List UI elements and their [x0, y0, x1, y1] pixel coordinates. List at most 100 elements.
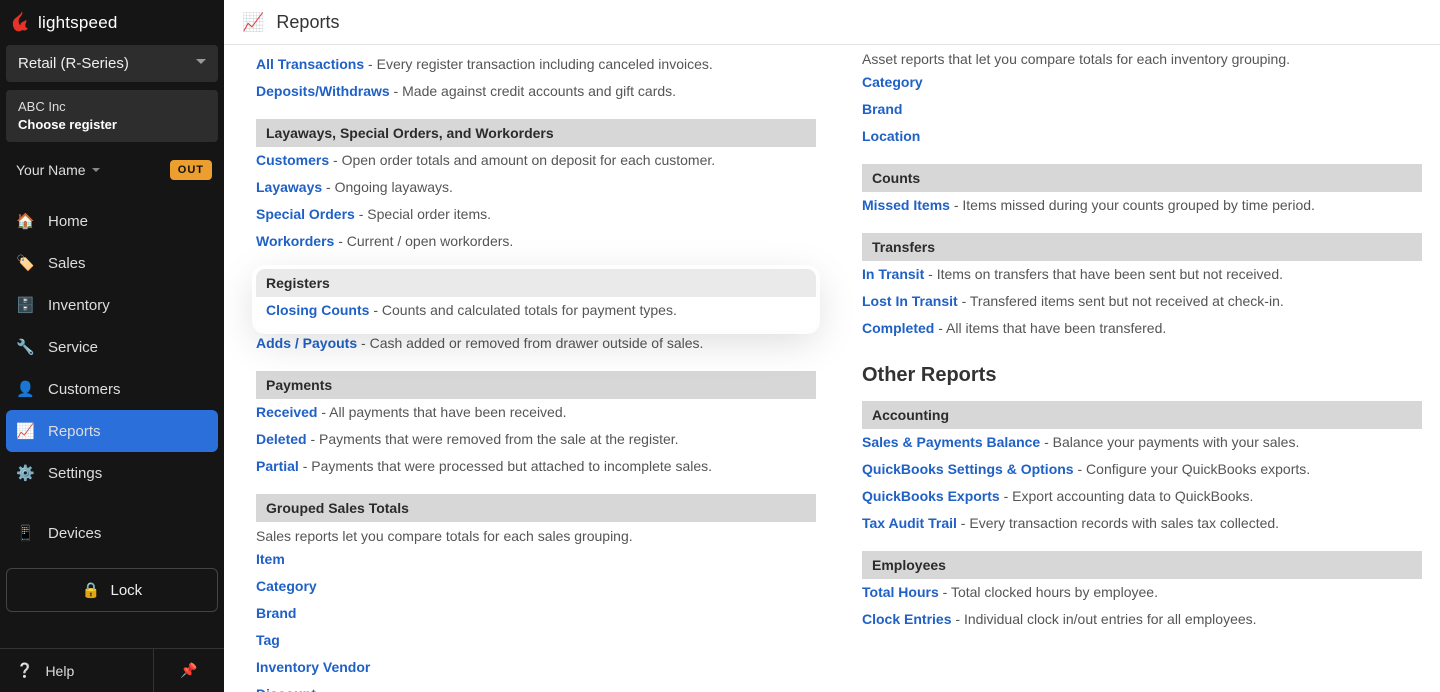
nav-settings[interactable]: ⚙️ Settings — [0, 452, 224, 494]
report-line: Deposits/Withdraws - Made against credit… — [256, 78, 816, 105]
nav-label: Sales — [48, 255, 86, 272]
report-group: In Transit - Items on transfers that hav… — [862, 261, 1422, 342]
brand-name: lightspeed — [38, 13, 118, 33]
report-link-workorders[interactable]: Workorders — [256, 233, 334, 249]
report-link-discount[interactable]: Discount — [256, 686, 316, 692]
lock-button[interactable]: 🔒 Lock — [6, 568, 218, 612]
section-lead: Sales reports let you compare totals for… — [256, 522, 816, 546]
section-head-transfers: Transfers — [862, 233, 1422, 261]
chart-icon: 📈 — [16, 422, 34, 440]
clock-status-badge[interactable]: OUT — [170, 160, 212, 180]
section-head-payments: Payments — [256, 371, 816, 399]
report-link-clock-entries[interactable]: Clock Entries — [862, 611, 951, 627]
report-line: Category — [256, 573, 816, 600]
report-line: In Transit - Items on transfers that hav… — [862, 261, 1422, 288]
report-link-closing-counts[interactable]: Closing Counts — [266, 302, 369, 318]
user-menu[interactable]: Your Name — [16, 162, 100, 178]
report-link-total-hours[interactable]: Total Hours — [862, 584, 939, 600]
report-link-adds-payouts[interactable]: Adds / Payouts — [256, 335, 357, 351]
report-line: Sales & Payments Balance - Balance your … — [862, 429, 1422, 456]
report-desc: All items that have been transfered. — [946, 320, 1166, 336]
report-link-quickbooks-settings-options[interactable]: QuickBooks Settings & Options — [862, 461, 1074, 477]
report-link-completed[interactable]: Completed — [862, 320, 934, 336]
report-link-partial[interactable]: Partial — [256, 458, 299, 474]
report-desc: Cash added or removed from drawer outsid… — [370, 335, 704, 351]
report-link-location[interactable]: Location — [862, 128, 920, 144]
report-link-brand[interactable]: Brand — [256, 605, 296, 621]
right-column: Asset reports that let you compare total… — [862, 51, 1422, 633]
report-line: Tax Audit Trail - Every transaction reco… — [862, 510, 1422, 537]
nav-customers[interactable]: 👤 Customers — [0, 368, 224, 410]
report-group: Adds / Payouts - Cash added or removed f… — [256, 330, 816, 357]
section-head-accounting: Accounting — [862, 401, 1422, 429]
report-link-sales-payments-balance[interactable]: Sales & Payments Balance — [862, 434, 1040, 450]
shop-selector[interactable]: ABC Inc Choose register — [6, 90, 218, 142]
sidebar: lightspeed Retail (R-Series) ABC Inc Cho… — [0, 0, 224, 692]
nav-label: Settings — [48, 465, 102, 482]
main: 📈 Reports All Transactions - Every regis… — [224, 0, 1440, 692]
report-desc: Counts and calculated totals for payment… — [382, 302, 677, 318]
report-line: Layaways - Ongoing layaways. — [256, 174, 816, 201]
report-line: QuickBooks Settings & Options - Configur… — [862, 456, 1422, 483]
report-line: Special Orders - Special order items. — [256, 201, 816, 228]
wrench-icon: 🔧 — [16, 338, 34, 356]
report-link-inventory-vendor[interactable]: Inventory Vendor — [256, 659, 370, 675]
report-desc: Payments that were processed but attache… — [311, 458, 712, 474]
chart-icon: 📈 — [242, 12, 264, 33]
pin-button[interactable]: 📌 — [154, 649, 224, 692]
report-link-received[interactable]: Received — [256, 404, 317, 420]
report-link-category[interactable]: Category — [862, 74, 923, 90]
section-head-layaways: Layaways, Special Orders, and Workorders — [256, 119, 816, 147]
report-line: Tag — [256, 627, 816, 654]
report-link-customers[interactable]: Customers — [256, 152, 329, 168]
nav-sales[interactable]: 🏷️ Sales — [0, 242, 224, 284]
nav-label: Devices — [48, 525, 101, 542]
report-link-tag[interactable]: Tag — [256, 632, 280, 648]
nav-reports[interactable]: 📈 Reports — [6, 410, 218, 452]
report-link-deposits-withdraws[interactable]: Deposits/Withdraws — [256, 83, 390, 99]
user-name-label: Your Name — [16, 162, 86, 178]
report-desc: Every register transaction including can… — [377, 56, 713, 72]
link-list: Category Brand Location — [862, 69, 1422, 150]
help-button[interactable]: ❔ Help — [0, 649, 154, 692]
nav-home[interactable]: 🏠 Home — [0, 200, 224, 242]
report-desc: Items missed during your counts grouped … — [962, 197, 1315, 213]
sidebar-footer: ❔ Help 📌 — [0, 648, 224, 692]
report-link-missed-items[interactable]: Missed Items — [862, 197, 950, 213]
section-head-employees: Employees — [862, 551, 1422, 579]
nav-devices[interactable]: 📱 Devices — [0, 512, 224, 554]
report-desc: Configure your QuickBooks exports. — [1086, 461, 1310, 477]
product-label: Retail (R-Series) — [18, 55, 129, 72]
report-line: Completed - All items that have been tra… — [862, 315, 1422, 342]
product-selector[interactable]: Retail (R-Series) — [6, 45, 218, 82]
report-link-all-transactions[interactable]: All Transactions — [256, 56, 364, 72]
lock-label: Lock — [111, 582, 143, 599]
report-line: Adds / Payouts - Cash added or removed f… — [256, 330, 816, 357]
page-header: 📈 Reports — [224, 0, 1440, 45]
report-link-tax-audit-trail[interactable]: Tax Audit Trail — [862, 515, 957, 531]
report-desc: Balance your payments with your sales. — [1053, 434, 1300, 450]
report-line: Discount — [256, 681, 816, 692]
content: All Transactions - Every register transa… — [224, 45, 1440, 692]
report-link-brand[interactable]: Brand — [862, 101, 902, 117]
flame-icon — [12, 11, 32, 35]
report-line: Item — [256, 546, 816, 573]
link-list: Item Category Brand Tag Inventory Vendor Disc… — [256, 546, 816, 692]
report-link-layaways[interactable]: Layaways — [256, 179, 322, 195]
section-heading-other: Other Reports — [862, 364, 1422, 387]
report-link-quickbooks-exports[interactable]: QuickBooks Exports — [862, 488, 1000, 504]
report-link-category[interactable]: Category — [256, 578, 317, 594]
nav-label: Reports — [48, 423, 101, 440]
report-line: Deleted - Payments that were removed fro… — [256, 426, 816, 453]
report-group: Total Hours - Total clocked hours by emp… — [862, 579, 1422, 633]
archive-icon: 🗄️ — [16, 296, 34, 314]
report-link-special-orders[interactable]: Special Orders — [256, 206, 355, 222]
report-group: Missed Items - Items missed during your … — [862, 192, 1422, 219]
report-line: Total Hours - Total clocked hours by emp… — [862, 579, 1422, 606]
nav-inventory[interactable]: 🗄️ Inventory — [0, 284, 224, 326]
report-link-lost-in-transit[interactable]: Lost In Transit — [862, 293, 958, 309]
report-link-in-transit[interactable]: In Transit — [862, 266, 924, 282]
nav-service[interactable]: 🔧 Service — [0, 326, 224, 368]
report-link-item[interactable]: Item — [256, 551, 285, 567]
report-link-deleted[interactable]: Deleted — [256, 431, 307, 447]
